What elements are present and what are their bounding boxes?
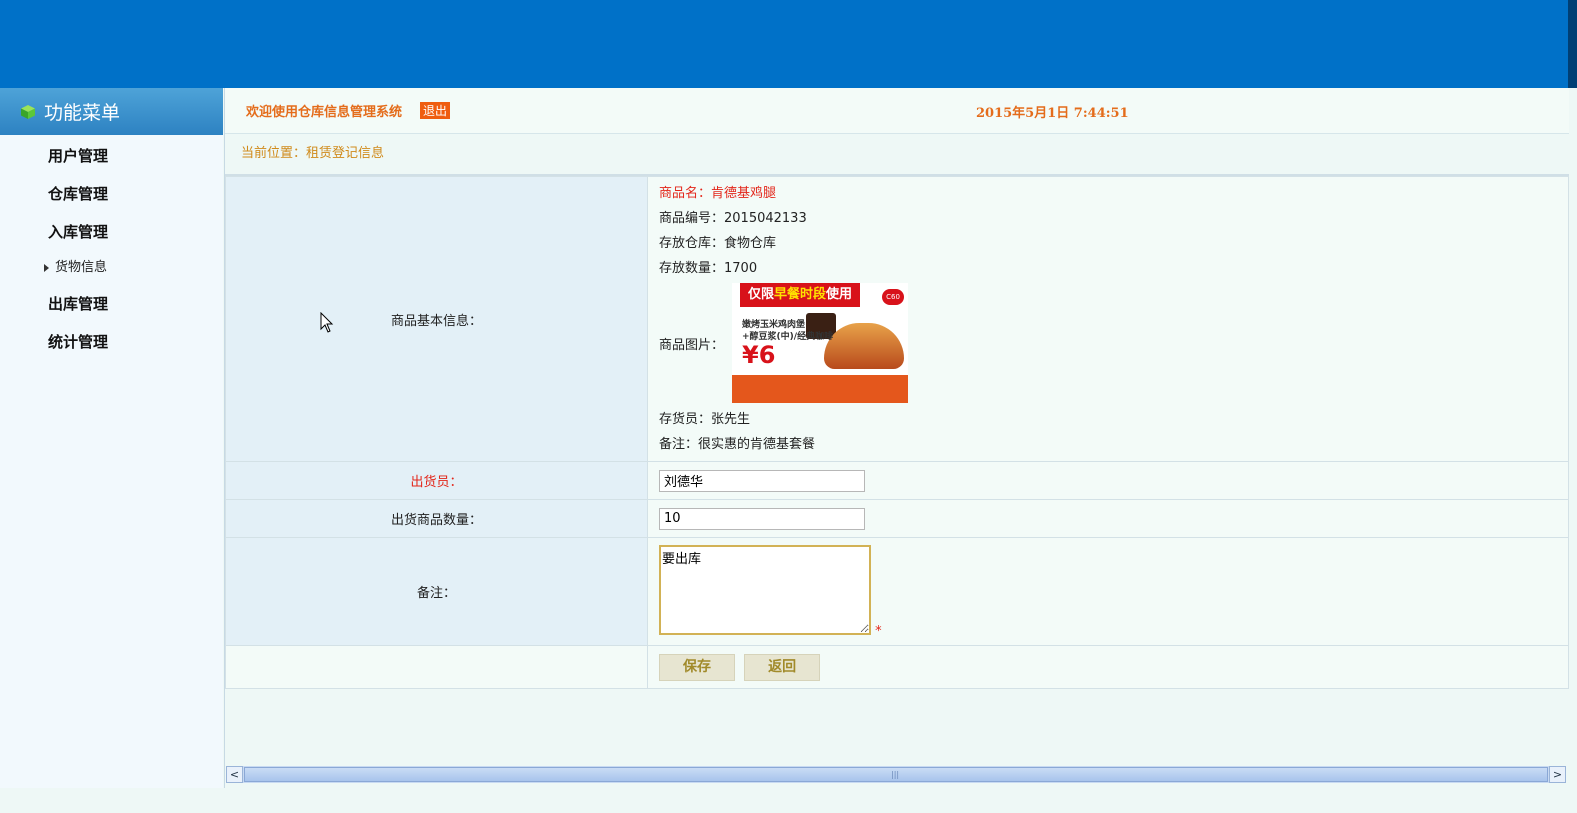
welcome-bar: 欢迎使用仓库信息管理系统 退出 2015年5月1日 7:44:51	[225, 88, 1569, 134]
cube-icon	[21, 104, 35, 119]
remark-textarea[interactable]: 要出库	[659, 544, 871, 635]
count-row: 出货商品数量：	[225, 499, 1569, 538]
promo-price: ¥6	[742, 341, 776, 369]
product-quantity: 存放数量：1700	[659, 261, 758, 276]
product-warehouse: 存放仓库：食物仓库	[659, 236, 777, 251]
promo-line1: 嫩烤玉米鸡肉堡	[742, 320, 806, 330]
scroll-thumb[interactable]: |||	[244, 767, 1548, 782]
required-mark: *	[875, 623, 882, 639]
count-cell	[647, 499, 1569, 538]
promo-band	[732, 375, 909, 403]
scroll-left-arrow[interactable]: <	[226, 766, 243, 783]
promo-text: 嫩烤玉米鸡肉堡 +醇豆浆(中)/经典咖啡	[742, 319, 833, 343]
product-info-label: 商品基本信息：	[225, 176, 648, 462]
outbound-form: 商品基本信息： 商品名：肯德基鸡腿 商品编号：2015042133 存放仓库：食…	[225, 176, 1569, 689]
sidebar: 功能菜单 用户管理 仓库管理 入库管理 货物信息 出库管理 统计管理	[0, 88, 223, 788]
welcome-text: 欢迎使用仓库信息管理系统	[246, 105, 403, 120]
shipper-row: 出货员：	[225, 461, 1569, 500]
product-image-label: 商品图片：	[659, 337, 725, 353]
scroll-grip: |||	[891, 770, 900, 779]
promo-ribbon-b: 早餐时段	[774, 287, 827, 302]
sidebar-subitem-goods-info[interactable]: 货物信息	[0, 251, 223, 285]
sidebar-item-user-management[interactable]: 用户管理	[0, 137, 223, 175]
sidebar-item-warehouse-management[interactable]: 仓库管理	[0, 175, 223, 213]
back-button[interactable]: 返回	[744, 653, 821, 681]
shipper-cell	[647, 461, 1569, 500]
count-label: 出货商品数量：	[225, 499, 648, 538]
burger-illustration	[824, 323, 905, 369]
product-note: 备注：很实惠的肯德基套餐	[659, 437, 816, 452]
shipper-label: 出货员：	[225, 461, 648, 500]
menu-header-title: 功能菜单	[44, 102, 121, 124]
sidebar-item-statistics-management[interactable]: 统计管理	[0, 323, 223, 361]
shipper-input[interactable]	[659, 469, 865, 492]
remark-label: 备注：	[225, 537, 648, 646]
sidebar-item-inbound-management[interactable]: 入库管理	[0, 213, 223, 251]
product-info-row: 商品基本信息： 商品名：肯德基鸡腿 商品编号：2015042133 存放仓库：食…	[225, 176, 1569, 462]
datetime-display: 2015年5月1日 7:44:51	[976, 106, 1129, 121]
main-content: 欢迎使用仓库信息管理系统 退出 2015年5月1日 7:44:51 当前位置：租…	[224, 88, 1569, 788]
scroll-right-arrow[interactable]: >	[1549, 766, 1566, 783]
breadcrumb: 当前位置：租赁登记信息	[225, 134, 1569, 176]
save-button[interactable]: 保存	[659, 653, 735, 681]
promo-badge: C60	[882, 289, 905, 305]
top-banner	[0, 0, 1577, 88]
product-keeper: 存货员：张先生	[659, 412, 751, 427]
mouse-pointer-icon	[320, 312, 334, 333]
logout-button[interactable]: 退出	[420, 102, 451, 119]
product-code: 商品编号：2015042133	[659, 211, 807, 226]
count-input[interactable]	[659, 507, 865, 530]
menu-header: 功能菜单	[0, 88, 223, 135]
product-image-row: 商品图片： 仅限早餐时段使用 C60 嫩烤玉米鸡肉堡 +醇豆浆(中)/经典咖啡 ¥…	[659, 283, 1567, 403]
remark-cell: 要出库 *	[647, 537, 1569, 646]
product-image: 仅限早餐时段使用 C60 嫩烤玉米鸡肉堡 +醇豆浆(中)/经典咖啡 ¥6	[732, 283, 909, 403]
promo-ribbon: 仅限早餐时段使用	[740, 283, 861, 307]
product-info-cell: 商品名：肯德基鸡腿 商品编号：2015042133 存放仓库：食物仓库 存放数量…	[647, 176, 1569, 462]
remark-row: 备注： 要出库 *	[225, 537, 1569, 646]
triangle-right-icon	[44, 263, 49, 272]
promo-ribbon-a: 仅限	[747, 287, 774, 302]
product-name: 商品名：肯德基鸡腿	[659, 186, 777, 201]
horizontal-scrollbar[interactable]: < ||| >	[226, 766, 1566, 783]
banner-edge	[1568, 0, 1577, 88]
promo-ribbon-c: 使用	[826, 287, 853, 302]
actions-row: 保存 返回	[225, 645, 1569, 689]
actions-label-cell	[225, 645, 648, 689]
sidebar-item-outbound-management[interactable]: 出库管理	[0, 285, 223, 323]
sidebar-subitem-label: 货物信息	[55, 260, 108, 275]
actions-cell: 保存 返回	[647, 645, 1569, 689]
